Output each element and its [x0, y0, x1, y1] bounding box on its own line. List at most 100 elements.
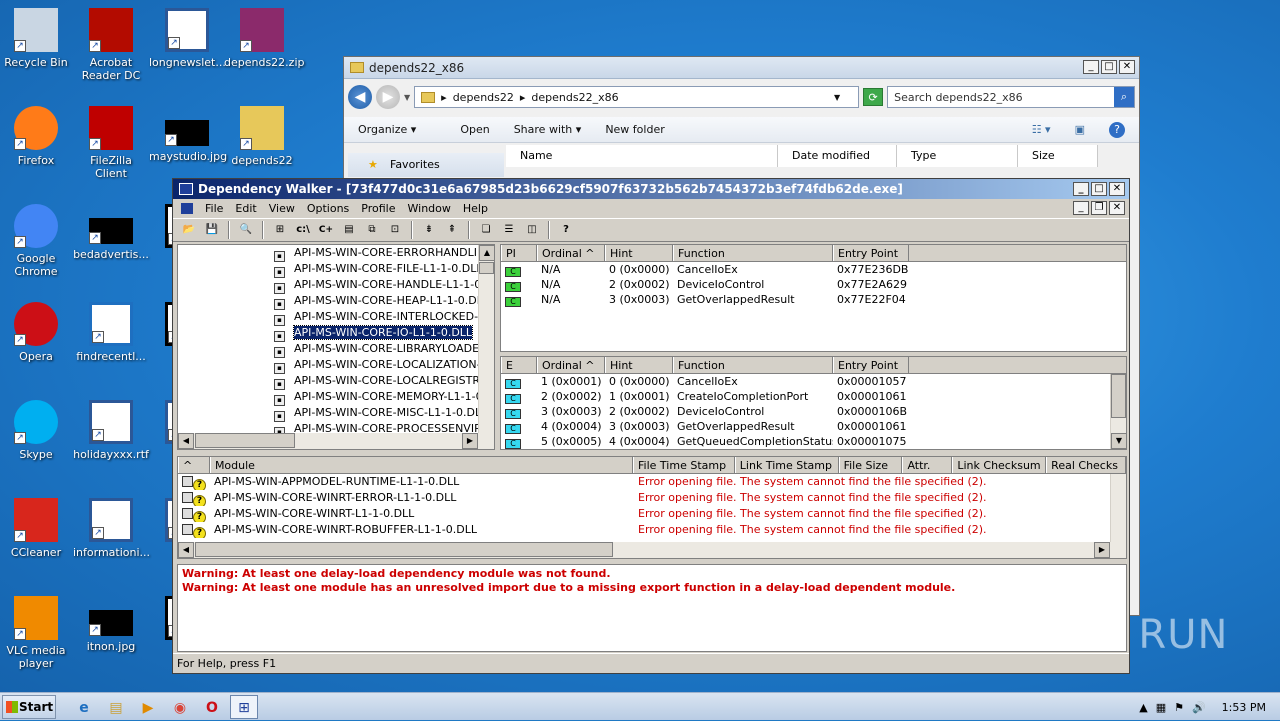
exports-pane[interactable]: E Ordinal ^ Hint Function Entry Point C 1 (0x…: [500, 356, 1127, 450]
menu-help[interactable]: Help: [463, 202, 488, 215]
scroll-thumb[interactable]: [195, 433, 295, 448]
favorites-item[interactable]: ★ Favorites: [348, 153, 504, 177]
network-icon[interactable]: ▦: [1156, 701, 1166, 714]
function-row[interactable]: C 2 (0x0002) 1 (0x0001) CreateIoCompletionP…: [501, 389, 1126, 404]
function-row[interactable]: C N/A 3 (0x0003) GetOverlappedResult 0x77E22…: [501, 292, 1126, 307]
path-icon[interactable]: c:\: [293, 221, 313, 239]
desktop-icon[interactable]: ↗ bedadvertis...: [73, 204, 149, 261]
cpp-icon[interactable]: C+: [316, 221, 336, 239]
module-row[interactable]: ? API-MS-WIN-CORE-WINRT-L1-1-0.DLL Error o…: [178, 506, 1126, 522]
tree-vscroll[interactable]: ▲: [478, 245, 494, 433]
column-header[interactable]: Ordinal ^: [537, 245, 605, 261]
tree-item[interactable]: ▪ API-MS-WIN-CORE-FILE-L1-1-0.DLL: [274, 261, 494, 278]
tree-item[interactable]: ▪ API-MS-WIN-CORE-LOCALREGISTRY-L: [274, 373, 494, 390]
find-icon[interactable]: 🔍: [236, 221, 256, 239]
column-header[interactable]: Attr.: [902, 457, 953, 473]
save-icon[interactable]: 💾: [202, 221, 222, 239]
explorer-icon[interactable]: ▤: [102, 695, 130, 719]
function-row[interactable]: C N/A 2 (0x0002) DeviceIoControl 0x77E2A629: [501, 277, 1126, 292]
menu-options[interactable]: Options: [307, 202, 349, 215]
maximize-button[interactable]: □: [1091, 182, 1107, 196]
tree-item[interactable]: ▪ API-MS-WIN-CORE-IO-L1-1-0.DLL: [274, 325, 494, 342]
modules-hscroll[interactable]: ◀ ▶: [178, 542, 1126, 558]
column-header[interactable]: E: [501, 357, 537, 373]
imports-pane[interactable]: PI Ordinal ^ Hint Function Entry Point C N/A 0…: [500, 244, 1127, 352]
copy-icon[interactable]: ⧉: [362, 221, 382, 239]
column-header[interactable]: File Time Stamp: [633, 457, 735, 473]
show-hidden-icons-icon[interactable]: ▲: [1139, 701, 1147, 714]
desktop-icon[interactable]: ↗ Google Chrome: [0, 204, 74, 278]
maximize-button[interactable]: □: [1101, 60, 1117, 74]
help-icon[interactable]: ?: [556, 221, 576, 239]
menu-file[interactable]: File: [205, 202, 223, 215]
module-row[interactable]: ? API-MS-WIN-CORE-WINRT-ROBUFFER-L1-1-0.D…: [178, 522, 1126, 538]
column-header[interactable]: Entry Point: [833, 245, 909, 261]
scroll-right-button[interactable]: ▶: [1094, 542, 1110, 558]
desktop-icon[interactable]: ↗ findrecentl...: [73, 302, 149, 363]
module-row[interactable]: ? API-MS-WIN-CORE-WINRT-ERROR-L1-1-0.DLL E…: [178, 490, 1126, 506]
function-row[interactable]: C N/A 0 (0x0000) CancelIoEx 0x77E236DB: [501, 262, 1126, 277]
desktop-icon[interactable]: ↗ FileZilla Client: [73, 106, 149, 180]
tree-item[interactable]: ▪ API-MS-WIN-CORE-ERRORHANDLING-: [274, 245, 494, 262]
desktop-icon[interactable]: ↗ itnon.jpg: [73, 596, 149, 653]
modules-pane[interactable]: ^ Module File Time Stamp Link Time Stamp Fil…: [177, 456, 1127, 559]
column-header[interactable]: Link Time Stamp: [734, 457, 839, 473]
organize-button[interactable]: Organize ▾: [358, 123, 416, 136]
scroll-thumb[interactable]: [479, 262, 494, 274]
column-header[interactable]: PI: [501, 245, 537, 261]
ie-icon[interactable]: e: [70, 695, 98, 719]
view-options-icon[interactable]: ☷ ▾: [1032, 123, 1051, 136]
open-icon[interactable]: 📂: [179, 221, 199, 239]
expand-icon[interactable]: ⇟: [419, 221, 439, 239]
column-header[interactable]: Function: [673, 357, 833, 373]
flag-icon[interactable]: ⚑: [1174, 701, 1184, 714]
share-with-button[interactable]: Share with ▾: [514, 123, 582, 136]
explorer-title-bar[interactable]: depends22_x86 _ □ ✕: [344, 57, 1139, 79]
search-icon[interactable]: ⌕: [1114, 87, 1134, 107]
column-name[interactable]: Name: [506, 145, 778, 167]
column-header[interactable]: Hint: [605, 357, 673, 373]
desktop-icon[interactable]: ↗ Skype: [0, 400, 74, 461]
cascade-icon[interactable]: ❏: [476, 221, 496, 239]
tree-item[interactable]: ▪ API-MS-WIN-CORE-LOCALIZATION-L1-: [274, 357, 494, 374]
column-header[interactable]: Hint: [605, 245, 673, 261]
scroll-left-button[interactable]: ◀: [178, 542, 194, 558]
scroll-thumb[interactable]: [1111, 374, 1126, 418]
tile-h-icon[interactable]: ☰: [499, 221, 519, 239]
tree-item[interactable]: ▪ API-MS-WIN-CORE-LIBRARYLOADER-L: [274, 341, 494, 358]
column-header[interactable]: Ordinal ^: [537, 357, 605, 373]
menu-view[interactable]: View: [269, 202, 295, 215]
column-type[interactable]: Type: [897, 145, 1018, 167]
back-button[interactable]: ◀: [348, 85, 372, 109]
desktop-icon[interactable]: ↗ maystudio.jpg: [149, 106, 227, 163]
minimize-button[interactable]: _: [1083, 60, 1099, 74]
module-tree-pane[interactable]: ▪ API-MS-WIN-CORE-ERRORHANDLING- ▪ API-MS-W…: [177, 244, 495, 450]
tree-hscroll[interactable]: ◀ ▶: [178, 433, 494, 449]
function-row[interactable]: C 1 (0x0001) 0 (0x0000) CancelIoEx 0x0000105…: [501, 374, 1126, 389]
breadcrumb-item[interactable]: depends22_x86: [531, 91, 618, 104]
module-row[interactable]: ? API-MS-WIN-APPMODEL-RUNTIME-L1-1-0.DLL E…: [178, 474, 1126, 490]
desktop-icon[interactable]: ↗ depends22: [224, 106, 300, 167]
opera-icon[interactable]: O: [198, 695, 226, 719]
menu-profile[interactable]: Profile: [361, 202, 395, 215]
modules-vscroll[interactable]: [1110, 474, 1126, 542]
desktop-icon[interactable]: ↗ Firefox: [0, 106, 74, 167]
function-row[interactable]: C 4 (0x0004) 3 (0x0003) GetOverlappedResult…: [501, 419, 1126, 434]
search-input[interactable]: Search depends22_x86 ⌕: [887, 86, 1135, 108]
close-button[interactable]: ✕: [1119, 60, 1135, 74]
desktop-icon[interactable]: ↗ Acrobat Reader DC: [73, 8, 149, 82]
desktop-icon[interactable]: ↗ CCleaner: [0, 498, 74, 559]
close-button[interactable]: ✕: [1109, 182, 1125, 196]
log-pane[interactable]: Warning: At least one delay-load depende…: [177, 564, 1127, 652]
scroll-down-button[interactable]: ▼: [1111, 433, 1126, 449]
new-folder-button[interactable]: New folder: [605, 123, 664, 136]
dependency-walker-window[interactable]: Dependency Walker - [73f477d0c31e6a67985…: [172, 178, 1130, 674]
scroll-right-button[interactable]: ▶: [462, 433, 478, 449]
tree-item[interactable]: ▪ API-MS-WIN-CORE-MEMORY-L1-1-0.D: [274, 389, 494, 406]
column-header[interactable]: Real Checks: [1046, 457, 1126, 473]
open-button[interactable]: Open: [440, 123, 489, 136]
forward-button[interactable]: ▶: [376, 85, 400, 109]
tree-item[interactable]: ▪ API-MS-WIN-CORE-HEAP-L1-1-0.DLL: [274, 293, 494, 310]
chrome-icon[interactable]: ◉: [166, 695, 194, 719]
desktop-icon[interactable]: ↗ holidayxxx.rtf: [73, 400, 149, 461]
